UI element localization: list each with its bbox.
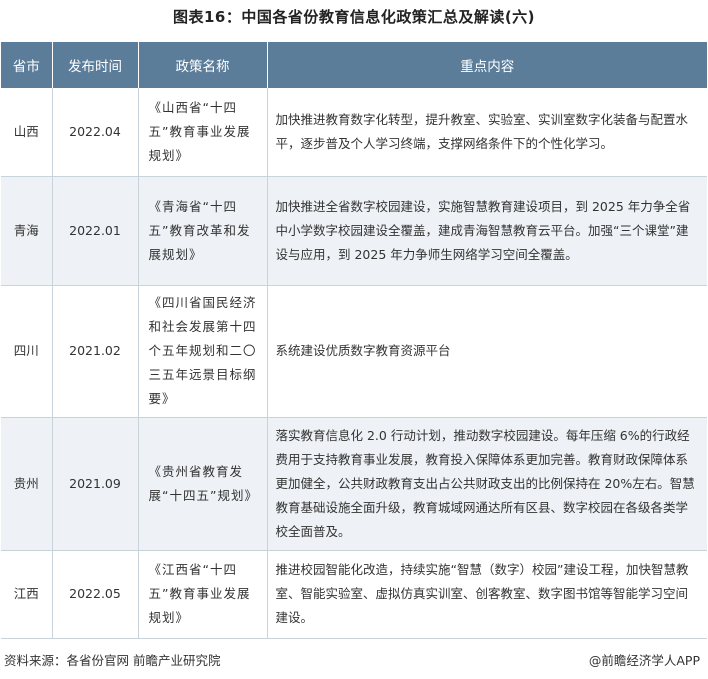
brand-credit: @前瞻经济学人APP	[588, 653, 700, 668]
cell-points: 加快推进教育数字化转型，提升教室、实验室、实训室数字化装备与配置水平，逐步普及个…	[267, 88, 707, 177]
policy-table: 省市 发布时间 政策名称 重点内容 山西 2022.04 《山西省“十四五”教育…	[1, 42, 707, 639]
cell-policy: 《青海省“十四五”教育改革和发展规划》	[138, 176, 268, 286]
table-row: 江西 2022.05 《江西省“十四五”教育事业发展规划》 推进校园智能化改造，…	[1, 550, 707, 639]
table-header-row: 省市 发布时间 政策名称 重点内容	[1, 42, 707, 88]
cell-province: 四川	[1, 285, 53, 418]
cell-points: 系统建设优质数字教育资源平台	[267, 285, 707, 418]
table-row: 四川 2021.02 《四川省国民经济和社会发展第十四个五年规划和二〇三五年远景…	[1, 285, 707, 418]
header-province: 省市	[1, 42, 53, 88]
table-row: 青海 2022.01 《青海省“十四五”教育改革和发展规划》 加快推进全省数字校…	[1, 176, 707, 286]
source-note: 资料来源：各省份官网 前瞻产业研究院	[4, 653, 221, 668]
cell-date: 2021.09	[52, 417, 139, 551]
cell-date: 2022.01	[52, 176, 139, 286]
cell-province: 贵州	[1, 417, 53, 551]
table-row: 山西 2022.04 《山西省“十四五”教育事业发展规划》 加快推进教育数字化转…	[1, 88, 707, 177]
cell-policy: 《山西省“十四五”教育事业发展规划》	[138, 88, 268, 177]
header-policy: 政策名称	[138, 42, 268, 88]
cell-province: 江西	[1, 550, 53, 639]
header-points: 重点内容	[267, 42, 707, 88]
cell-date: 2022.05	[52, 550, 139, 639]
cell-points: 推进校园智能化改造，持续实施“智慧（数字）校园”建设工程，加快智慧教室、智能实验…	[267, 550, 707, 639]
chart-title: 图表16：中国各省份教育信息化政策汇总及解读(六)	[172, 8, 536, 26]
cell-policy: 《四川省国民经济和社会发展第十四个五年规划和二〇三五年远景目标纲要》	[138, 285, 268, 418]
cell-date: 2022.04	[52, 88, 139, 177]
cell-province: 山西	[1, 88, 53, 177]
cell-policy: 《贵州省教育发展“十四五”规划》	[138, 417, 268, 551]
cell-date: 2021.02	[52, 285, 139, 418]
header-date: 发布时间	[52, 42, 139, 88]
table-row: 贵州 2021.09 《贵州省教育发展“十四五”规划》 落实教育信息化 2.0 …	[1, 417, 707, 551]
cell-province: 青海	[1, 176, 53, 286]
cell-points: 落实教育信息化 2.0 行动计划，推动数字校园建设。每年压缩 6%的行政经费用于…	[267, 417, 707, 551]
cell-points: 加快推进全省数字校园建设，实施智慧教育建设项目，到 2025 年力争全省中小学数…	[267, 176, 707, 286]
cell-policy: 《江西省“十四五”教育事业发展规划》	[138, 550, 268, 639]
